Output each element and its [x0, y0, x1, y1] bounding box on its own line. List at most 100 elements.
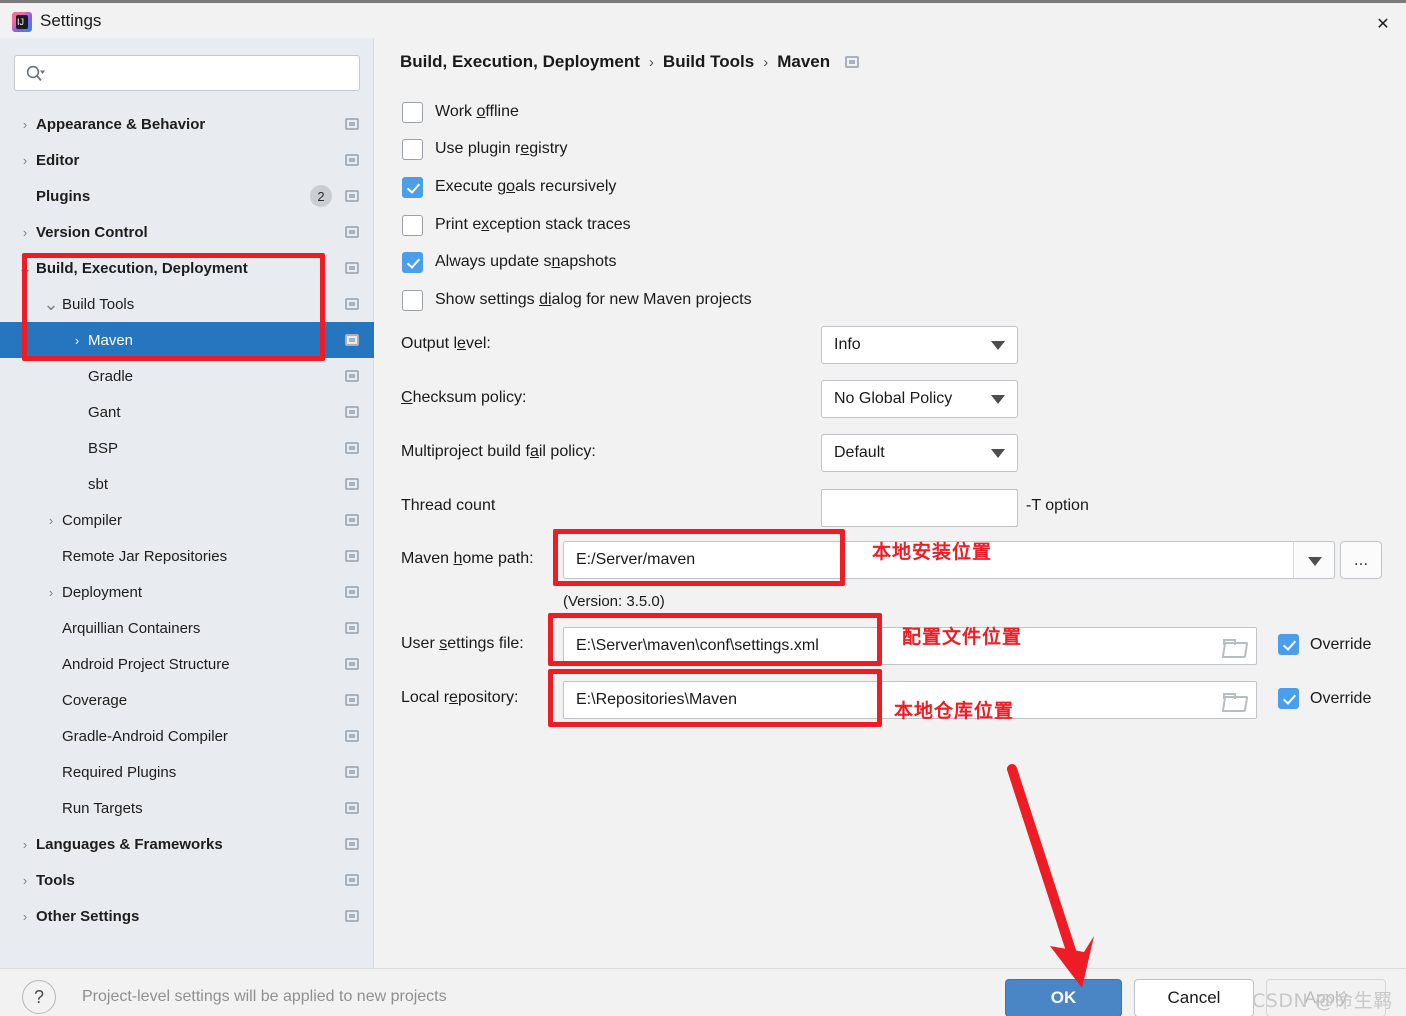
sidebar-item-languages-frameworks[interactable]: › Languages & Frameworks: [0, 826, 374, 862]
project-scope-icon[interactable]: [345, 838, 359, 850]
close-icon[interactable]: ✕: [1360, 6, 1406, 41]
work-offline-checkbox[interactable]: [402, 101, 423, 123]
maven-home-path-dropdown-button[interactable]: [1293, 541, 1335, 579]
output-level-select[interactable]: Info: [821, 326, 1018, 364]
maven-home-path-label: Maven home path:: [401, 550, 534, 567]
maven-home-path-browse-button[interactable]: ...: [1340, 541, 1382, 579]
project-scope-icon[interactable]: [345, 586, 359, 598]
chevron-right-icon[interactable]: ›: [14, 837, 36, 852]
project-scope-icon[interactable]: [345, 154, 359, 166]
breadcrumb-part-1[interactable]: Build Tools: [663, 52, 754, 72]
sidebar-item-gant[interactable]: ›Gant: [0, 394, 374, 430]
project-scope-icon[interactable]: [345, 370, 359, 382]
sidebar-item-plugins[interactable]: ›Plugins2: [0, 178, 374, 214]
project-scope-icon[interactable]: [345, 910, 359, 922]
project-scope-icon[interactable]: [345, 874, 359, 886]
chevron-right-icon[interactable]: ›: [14, 909, 36, 924]
user-settings-file-value: E:\Server\maven\conf\settings.xml: [576, 637, 819, 654]
thread-count-label: Thread count: [401, 497, 496, 514]
sidebar-item-bsp[interactable]: ›BSP: [0, 430, 374, 466]
project-scope-icon[interactable]: [345, 550, 359, 562]
project-scope-icon[interactable]: [345, 226, 359, 238]
sidebar-item-coverage[interactable]: ›Coverage: [0, 682, 374, 718]
project-scope-icon[interactable]: [345, 658, 359, 670]
sidebar-item-label: Version Control: [36, 223, 148, 241]
user-settings-override-row[interactable]: Override: [1278, 634, 1371, 655]
execute-goals-recursively-checkbox[interactable]: [402, 176, 423, 198]
checksum-policy-select[interactable]: No Global Policy: [821, 380, 1018, 418]
sidebar-item-label: sbt: [88, 475, 109, 493]
checkbox-row-execute-goals-recursively[interactable]: Execute goals recursively: [402, 176, 616, 198]
sidebar-item-maven[interactable]: › Maven: [0, 322, 374, 358]
sidebar-item-required-plugins[interactable]: ›Required Plugins: [0, 754, 374, 790]
cancel-button[interactable]: Cancel: [1134, 979, 1254, 1016]
sidebar-item-run-targets[interactable]: ›Run Targets: [0, 790, 374, 826]
sidebar-item-tools[interactable]: › Tools: [0, 862, 374, 898]
sidebar-item-compiler[interactable]: › Compiler: [0, 502, 374, 538]
apply-button[interactable]: Apply: [1266, 979, 1386, 1016]
sidebar-item-gradle[interactable]: ›Gradle: [0, 358, 374, 394]
show-settings-dialog-checkbox[interactable]: [402, 289, 423, 311]
search-input[interactable]: [55, 56, 351, 90]
checkbox-row-show-settings-dialog[interactable]: Show settings dialog for new Maven proje…: [402, 289, 752, 311]
sidebar-item-arquillian-containers[interactable]: ›Arquillian Containers: [0, 610, 374, 646]
ok-button[interactable]: OK: [1005, 979, 1122, 1016]
sidebar-item-other-settings[interactable]: › Other Settings: [0, 898, 374, 934]
local-repository-override-label: Override: [1310, 689, 1372, 707]
multiproject-policy-select[interactable]: Default: [821, 434, 1018, 472]
print-exception-stack-traces-checkbox[interactable]: [402, 214, 423, 236]
project-scope-icon[interactable]: [345, 118, 359, 130]
project-scope-icon[interactable]: [345, 730, 359, 742]
thread-count-input[interactable]: [821, 489, 1018, 527]
use-plugin-registry-checkbox[interactable]: [402, 138, 423, 160]
always-update-snapshots-checkbox[interactable]: [402, 251, 423, 273]
breadcrumb-part-0[interactable]: Build, Execution, Deployment: [400, 52, 640, 72]
chevron-right-icon[interactable]: ›: [14, 225, 36, 240]
project-scope-icon[interactable]: [345, 190, 359, 202]
sidebar-item-build-execution-deployment[interactable]: ⌄ Build, Execution, Deployment: [0, 250, 374, 286]
project-scope-icon[interactable]: [345, 622, 359, 634]
project-scope-icon[interactable]: [345, 478, 359, 490]
search-box[interactable]: [14, 55, 360, 91]
sidebar-item-remote-jar-repositories[interactable]: ›Remote Jar Repositories: [0, 538, 374, 574]
chevron-down-icon[interactable]: ⌄: [14, 259, 36, 277]
chevron-right-icon[interactable]: ›: [14, 153, 36, 168]
project-scope-icon[interactable]: [345, 694, 359, 706]
local-repository-override-checkbox[interactable]: [1278, 688, 1299, 709]
chevron-down-icon[interactable]: ⌄: [40, 295, 62, 313]
local-repository-browse-button[interactable]: [1211, 682, 1255, 718]
project-scope-icon[interactable]: [345, 298, 359, 310]
project-scope-icon[interactable]: [345, 514, 359, 526]
chevron-right-icon[interactable]: ›: [40, 513, 62, 528]
chevron-right-icon[interactable]: ›: [40, 585, 62, 600]
project-scope-icon[interactable]: [345, 802, 359, 814]
project-scope-icon[interactable]: [845, 56, 860, 68]
user-settings-override-checkbox[interactable]: [1278, 634, 1299, 655]
breadcrumb: Build, Execution, Deployment › Build Too…: [400, 52, 860, 72]
checkbox-row-always-update-snapshots[interactable]: Always update snapshots: [402, 251, 616, 273]
local-repository-override-row[interactable]: Override: [1278, 688, 1371, 709]
project-scope-icon[interactable]: [345, 406, 359, 418]
question-mark-icon[interactable]: ?: [22, 980, 56, 1014]
sidebar-item-sbt[interactable]: ›sbt: [0, 466, 374, 502]
sidebar-item-gradle-android-compiler[interactable]: ›Gradle-Android Compiler: [0, 718, 374, 754]
checkbox-row-print-exception-stack-traces[interactable]: Print exception stack traces: [402, 214, 631, 236]
chevron-right-icon[interactable]: ›: [66, 333, 88, 348]
sidebar-item-editor[interactable]: › Editor: [0, 142, 374, 178]
project-scope-icon[interactable]: [345, 334, 359, 346]
user-settings-file-browse-button[interactable]: [1211, 628, 1255, 664]
checkbox-row-use-plugin-registry[interactable]: Use plugin registry: [402, 138, 568, 160]
sidebar-item-label: Arquillian Containers: [62, 619, 201, 637]
project-scope-icon[interactable]: [345, 262, 359, 274]
checkbox-row-work-offline[interactable]: Work offline: [402, 101, 519, 123]
sidebar-item-android-project-structure[interactable]: ›Android Project Structure: [0, 646, 374, 682]
sidebar-item-appearance-behavior[interactable]: › Appearance & Behavior: [0, 106, 374, 142]
chevron-right-icon[interactable]: ›: [14, 873, 36, 888]
sidebar-item-build-tools[interactable]: ⌄ Build Tools: [0, 286, 374, 322]
sidebar-item-version-control[interactable]: › Version Control: [0, 214, 374, 250]
project-scope-icon[interactable]: [345, 442, 359, 454]
project-scope-icon[interactable]: [345, 766, 359, 778]
chevron-right-icon[interactable]: ›: [14, 117, 36, 132]
breadcrumb-part-2[interactable]: Maven: [777, 52, 830, 72]
sidebar-item-deployment[interactable]: › Deployment: [0, 574, 374, 610]
